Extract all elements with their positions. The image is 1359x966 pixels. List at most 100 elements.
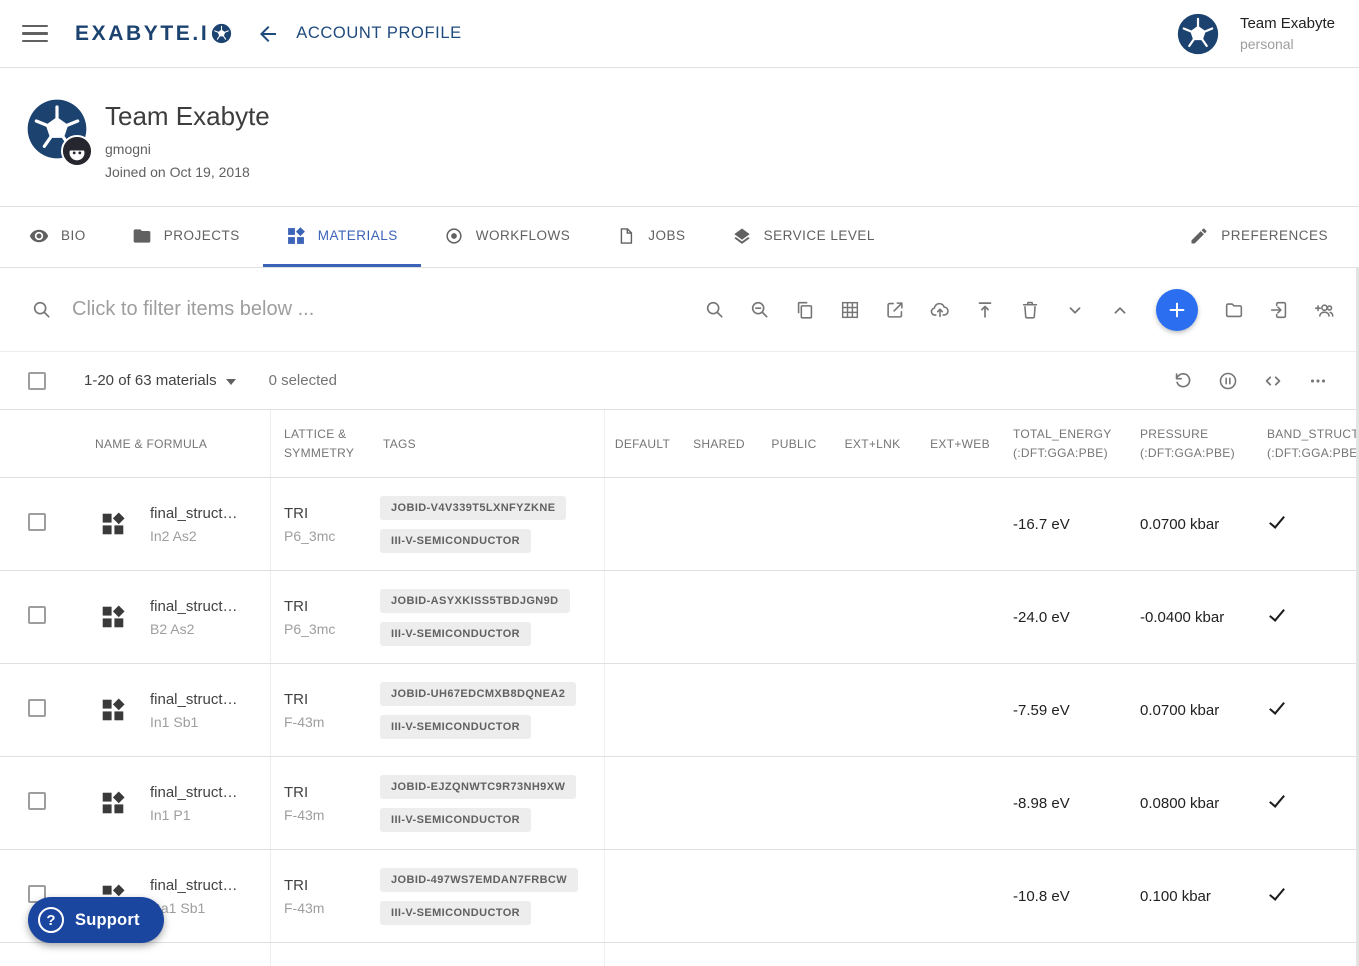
page-title: ACCOUNT PROFILE (296, 24, 462, 42)
material-name[interactable]: final_struct… (150, 505, 270, 522)
search-minus-icon[interactable] (749, 299, 771, 321)
group-add-icon[interactable] (1313, 299, 1335, 321)
filter-input[interactable] (72, 298, 704, 321)
tab-jobs[interactable]: JOBS (593, 207, 708, 267)
pagination-range[interactable]: 1-20 of 63 materials (84, 372, 236, 389)
table-row: final_struct… In2 As2 TRI P6_3mc JOBID-V… (0, 478, 1359, 571)
back-arrow-icon[interactable] (256, 22, 280, 46)
import-icon[interactable] (1268, 299, 1290, 321)
lattice-type: TRI (284, 504, 309, 522)
table-row: final_struct… In1 Sb1 TRI F-43m JOBID-UH… (0, 664, 1359, 757)
add-material-button[interactable] (1156, 288, 1198, 331)
tag-chip: JOBID-ASYXKISS5TBDJGN9D (380, 588, 570, 613)
profile-username: gmogni (105, 141, 151, 157)
material-formula: In1 Sb1 (150, 713, 199, 730)
pressure-value: 0.0800 kbar (1140, 794, 1220, 812)
symmetry-group: F-43m (284, 899, 325, 916)
col-ext-lnk[interactable]: EXT+LNK (830, 437, 915, 451)
col-pressure[interactable]: PRESSURE (:DFT:GGA:PBE) (1130, 425, 1255, 462)
material-icon (100, 790, 126, 816)
select-all-checkbox[interactable] (28, 371, 46, 390)
col-lattice-symmetry[interactable]: LATTICE & SYMMETRY (270, 410, 370, 477)
tab-workflows[interactable]: WORKFLOWS (421, 207, 594, 267)
table-row: JOBID-XHMNGDG9G9LFTDGH9 (0, 943, 1359, 966)
total-energy-value: -24.0 eV (1013, 608, 1070, 626)
profile-section: Team Exabyte gmogni Joined on Oct 19, 20… (0, 68, 1359, 207)
support-button[interactable]: ? Support (28, 897, 164, 943)
account-type: personal (1239, 36, 1294, 52)
col-name-formula[interactable]: NAME & FORMULA (84, 437, 270, 451)
row-checkbox[interactable] (28, 512, 46, 531)
material-name[interactable]: final_struct… (150, 598, 270, 615)
pressure-value: 0.100 kbar (1140, 887, 1211, 905)
material-formula: B2 As2 (150, 620, 195, 637)
band-structure-check-icon (1269, 884, 1285, 901)
table-header: NAME & FORMULA LATTICE & SYMMETRY TAGS D… (0, 410, 1359, 478)
tag-chip: III-V-SEMICONDUCTOR (380, 900, 532, 925)
tag-chip: JOBID-V4V339T5LXNFYZKNE (380, 495, 567, 520)
col-band-structure[interactable]: BAND_STRUCTU (:DFT:GGA:PBE) (1255, 425, 1359, 462)
band-structure-check-icon (1269, 605, 1285, 622)
app-bar: EXABYTE.I ACCOUNT PROFILE Team Exabyte p… (0, 0, 1359, 68)
exabyte-logo[interactable]: EXABYTE.I (75, 22, 232, 46)
profile-name: Team Exabyte (105, 101, 270, 131)
advanced-search-icon[interactable] (704, 299, 726, 321)
menu-icon[interactable] (22, 20, 48, 48)
total-energy-value: -7.59 eV (1013, 701, 1070, 719)
default-cell (604, 943, 680, 966)
row-checkbox[interactable] (28, 698, 46, 717)
row-checkbox[interactable] (28, 791, 46, 810)
code-icon[interactable] (1262, 370, 1284, 392)
tab-materials[interactable]: MATERIALS (262, 207, 421, 267)
folder-outline-icon[interactable] (1223, 299, 1245, 321)
tab-preferences[interactable]: PREFERENCES (1166, 207, 1351, 267)
col-total-energy[interactable]: TOTAL_ENERGY (:DFT:GGA:PBE) (1005, 425, 1130, 462)
logo-text: EXABYTE.I (75, 21, 210, 45)
chevron-up-icon[interactable] (1109, 299, 1131, 321)
open-in-new-icon[interactable] (884, 299, 906, 321)
table-row: final_struct… Ga1 Sb1 TRI F-43m JOBID-49… (0, 850, 1359, 943)
service-level-icon (732, 226, 752, 246)
tags-cell: JOBID-V4V339T5LXNFYZKNE III-V-SEMICONDUCT… (370, 478, 604, 570)
tag-chip: JOBID-497WS7EMDAN7FRBCW (380, 867, 579, 892)
pause-circle-icon[interactable] (1217, 370, 1239, 392)
pressure-value: 0.0700 kbar (1140, 701, 1220, 719)
col-default[interactable]: DEFAULT (604, 410, 680, 477)
lattice-type: TRI (284, 690, 309, 708)
material-name[interactable]: final_struct… (150, 784, 270, 801)
more-icon[interactable] (1307, 370, 1329, 392)
undo-icon[interactable] (1172, 370, 1194, 392)
tab-service-level[interactable]: SERVICE LEVEL (709, 207, 898, 267)
account-avatar[interactable] (1176, 12, 1220, 56)
material-icon (100, 697, 126, 723)
upload-icon[interactable] (974, 299, 996, 321)
tags-cell: JOBID-EJZQNWTC9R73NH9XW III-V-SEMICONDUCT… (370, 757, 604, 849)
band-structure-check-icon (1269, 512, 1285, 529)
tag-chip: III-V-SEMICONDUCTOR (380, 807, 532, 832)
copy-icon[interactable] (794, 299, 816, 321)
tag-chip: III-V-SEMICONDUCTOR (380, 621, 532, 646)
materials-icon (286, 226, 306, 246)
default-cell (604, 571, 680, 663)
material-name[interactable]: final_struct… (150, 877, 270, 894)
symmetry-group: F-43m (284, 806, 325, 823)
tag-chip: III-V-SEMICONDUCTOR (380, 714, 532, 739)
filter-bar (0, 268, 1359, 352)
col-tags[interactable]: TAGS (370, 437, 604, 451)
default-cell (604, 850, 680, 942)
cloud-upload-icon[interactable] (929, 299, 951, 321)
grid-view-icon[interactable] (839, 299, 861, 321)
tab-projects[interactable]: PROJECTS (109, 207, 263, 267)
delete-icon[interactable] (1019, 299, 1041, 321)
row-checkbox[interactable] (28, 605, 46, 624)
question-icon: ? (38, 907, 64, 933)
col-shared[interactable]: SHARED (680, 437, 758, 451)
band-structure-check-icon (1269, 698, 1285, 715)
material-name[interactable]: final_struct… (150, 691, 270, 708)
account-menu[interactable]: Team Exabyte personal (1176, 12, 1335, 56)
col-ext-web[interactable]: EXT+WEB (915, 437, 1005, 451)
chevron-down-icon[interactable] (1064, 299, 1086, 321)
col-public[interactable]: PUBLIC (758, 437, 830, 451)
tab-bio[interactable]: BIO (6, 207, 109, 267)
materials-actions-toolbar (704, 288, 1335, 331)
